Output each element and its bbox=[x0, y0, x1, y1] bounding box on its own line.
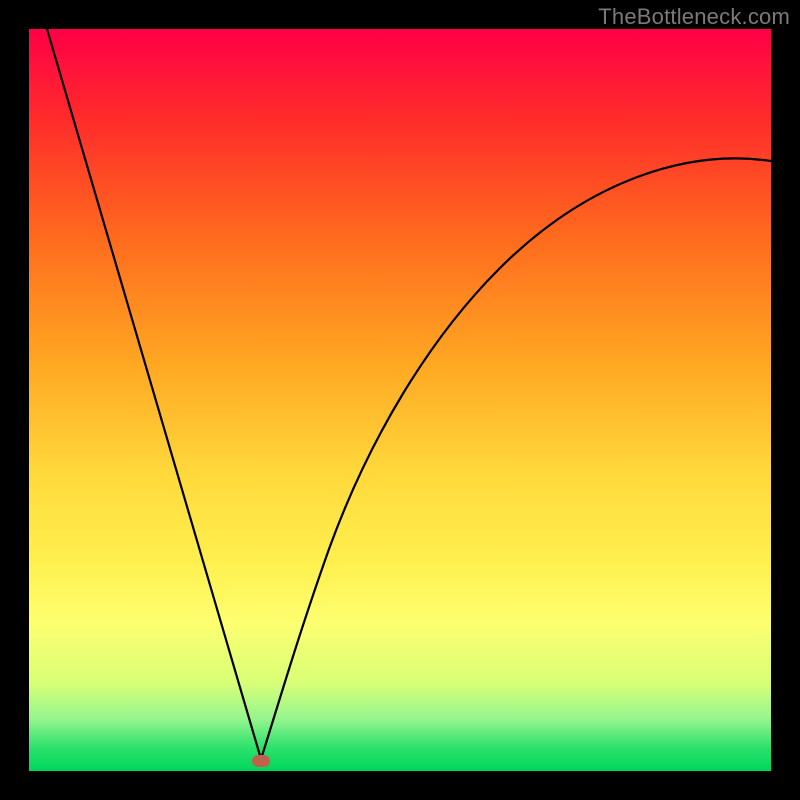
minimum-marker bbox=[252, 755, 270, 767]
curve-left-branch bbox=[47, 29, 261, 759]
bottleneck-curve bbox=[29, 29, 771, 771]
plot-area bbox=[29, 29, 771, 771]
watermark-text: TheBottleneck.com bbox=[598, 4, 790, 30]
curve-right-branch bbox=[261, 158, 771, 759]
